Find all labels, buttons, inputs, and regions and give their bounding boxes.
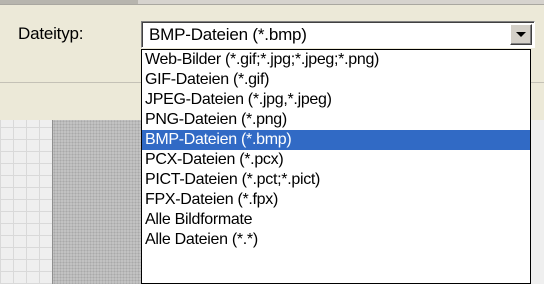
file-type-selected-value[interactable]: BMP-Dateien (*.bmp)	[149, 25, 307, 45]
canvas-grid	[0, 120, 52, 284]
window-top-edge-left	[0, 0, 138, 4]
canvas-gray-region	[52, 120, 142, 284]
dropdown-option-jpeg[interactable]: JPEG-Dateien (*.jpg,*.jpeg)	[142, 90, 530, 110]
dropdown-option-fpx[interactable]: FPX-Dateien (*.fpx)	[142, 190, 530, 210]
file-type-dropdown-list[interactable]: Web-Bilder (*.gif;*.jpg;*.jpeg;*.png) GI…	[141, 49, 531, 284]
window-top-edge	[0, 0, 544, 5]
dropdown-option-png[interactable]: PNG-Dateien (*.png)	[142, 110, 530, 130]
dropdown-option-pcx[interactable]: PCX-Dateien (*.pcx)	[142, 150, 530, 170]
dialog-panel-behind-right	[531, 82, 544, 121]
dropdown-option-web-images[interactable]: Web-Bilder (*.gif;*.jpg;*.jpeg;*.png)	[142, 50, 530, 70]
dropdown-button[interactable]	[510, 24, 532, 45]
dropdown-option-all-image-formats[interactable]: Alle Bildformate	[142, 210, 530, 230]
dropdown-option-all-files[interactable]: Alle Dateien (*.*)	[142, 230, 530, 250]
dialog-panel-behind	[0, 82, 141, 121]
dropdown-option-bmp[interactable]: BMP-Dateien (*.bmp)	[142, 130, 530, 150]
canvas-area-right	[531, 120, 544, 284]
file-type-label: Dateityp:	[18, 24, 84, 43]
dropdown-option-gif[interactable]: GIF-Dateien (*.gif)	[142, 70, 530, 90]
file-type-combobox[interactable]: BMP-Dateien (*.bmp)	[141, 21, 535, 48]
chevron-down-icon	[516, 32, 526, 37]
dropdown-option-pict[interactable]: PICT-Dateien (*.pct;*.pict)	[142, 170, 530, 190]
